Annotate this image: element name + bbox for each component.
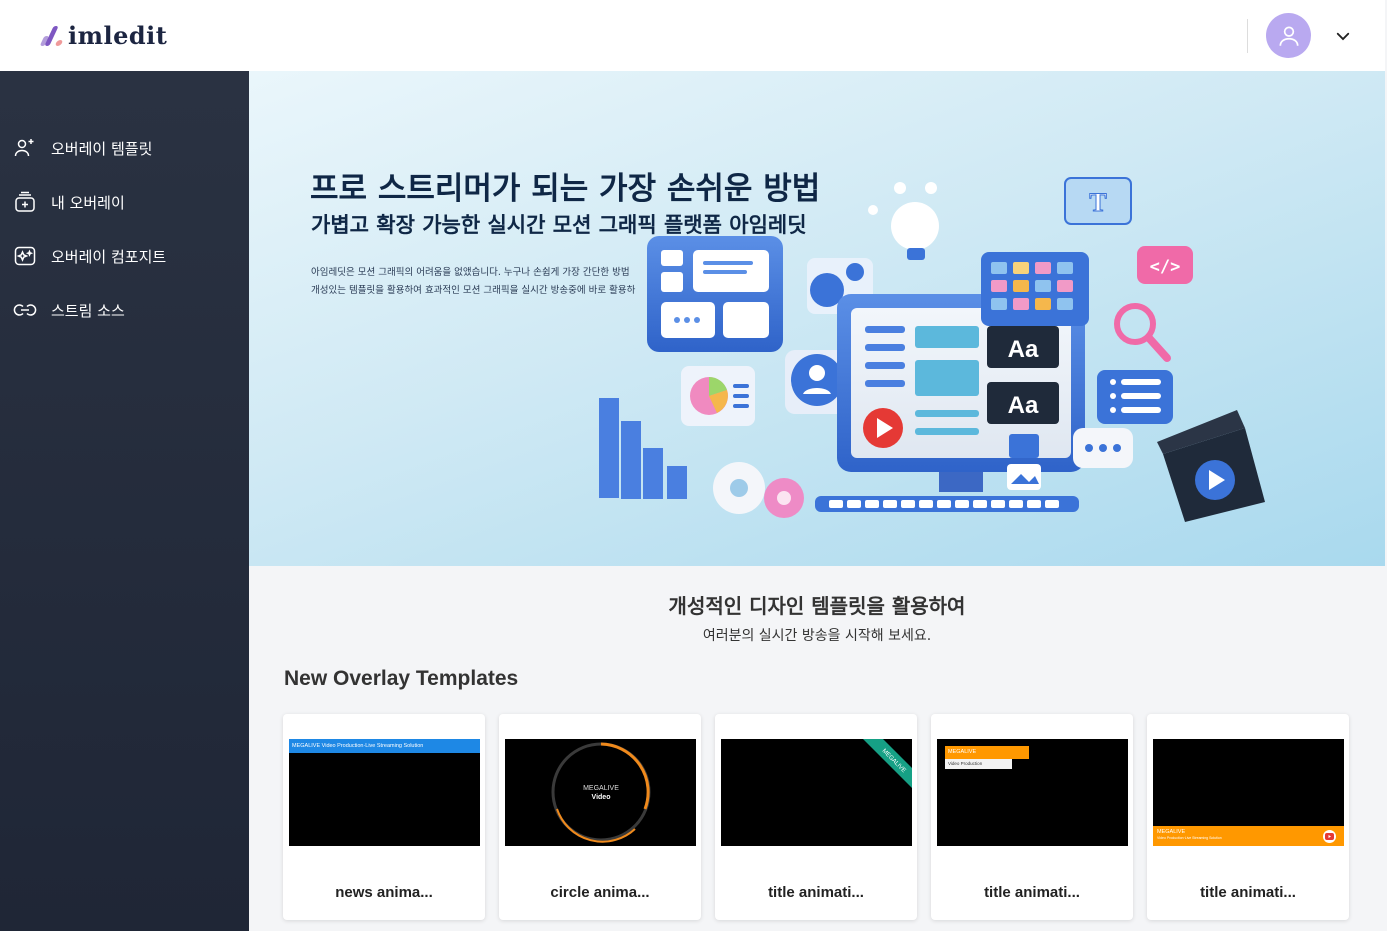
sidebar: 오버레이 템플릿 내 오버레이 오버레이 컴포지트 스트림 소스 (0, 71, 249, 931)
avatar[interactable] (1266, 13, 1311, 58)
thumbnail-text: Video Production (948, 761, 983, 766)
sparkle-icon (12, 243, 38, 269)
monitor-graphic: Aa Aa (815, 294, 1085, 512)
corner-ribbon-graphic: MEGALIVE (863, 739, 912, 788)
sidebar-item-stream-sources[interactable]: 스트림 소스 (0, 283, 249, 337)
sidebar-item-label: 스트림 소스 (51, 301, 125, 320)
subtitle-bar-graphic: Video Production (945, 759, 1012, 769)
clapperboard-graphic (1157, 410, 1265, 522)
header-actions (1247, 13, 1355, 58)
thumbnail-text: Video (592, 794, 611, 801)
news-bar-graphic: MEGALIVE Video Production·Live Streaming… (289, 739, 480, 753)
thumbnail-text: MEGALIVE (1157, 829, 1186, 835)
thumbnail-text: Video Production·Live Streaming Solution (1157, 836, 1222, 840)
hero-illustration: Aa Aa T </> (599, 177, 1265, 522)
account-menu-toggle[interactable] (1331, 24, 1355, 48)
user-plus-icon (12, 135, 38, 161)
template-thumbnail: MEGALIVE Video Production·Live Streaming… (1153, 739, 1344, 846)
intro-section: 개성적인 디자인 템플릿을 활용하여 여러분의 실시간 방송을 시작해 보세요. (249, 590, 1385, 645)
template-card[interactable]: MEGALIVE Video Production title animati.… (931, 714, 1133, 920)
template-title: news anima... (335, 884, 433, 901)
template-title: circle anima... (550, 884, 650, 901)
sidebar-item-label: 오버레이 컴포지트 (51, 247, 167, 266)
link-icon (12, 297, 38, 323)
dashboard-panel-graphic (647, 236, 783, 352)
logo-icon (38, 24, 64, 48)
sidebar-item-label: 내 오버레이 (51, 193, 125, 212)
template-card[interactable]: MEGALIVE Video circle anima... (499, 714, 701, 920)
top-header: imledit (0, 0, 1385, 71)
header-divider (1247, 18, 1248, 53)
brand-logo[interactable]: imledit (38, 21, 167, 50)
chevron-down-icon (1336, 32, 1350, 40)
intro-subtitle: 여러분의 실시간 방송을 시작해 보세요. (702, 628, 932, 644)
sidebar-item-label: 오버레이 템플릿 (51, 139, 153, 158)
lower-third-graphic: MEGALIVE Video Production·Live Streaming… (1153, 826, 1344, 846)
template-card-list: MEGALIVE Video Production·Live Streaming… (283, 714, 1349, 920)
template-thumbnail: MEGALIVE Video Production (937, 739, 1128, 846)
template-thumbnail: MEGALIVE Video Production·Live Streaming… (289, 739, 480, 846)
code-tag-text: </> (1150, 257, 1181, 277)
circle-ring-graphic: MEGALIVE Video (551, 742, 651, 843)
user-icon (1278, 25, 1299, 46)
hero-banner: 프로 스트리머가 되는 가장 손쉬운 방법 가볍고 확장 가능한 실시간 모션 … (249, 71, 1385, 566)
sidebar-item-overlay-composite[interactable]: 오버레이 컴포지트 (0, 229, 249, 283)
template-card[interactable]: MEGALIVE Video Production·Live Streaming… (283, 714, 485, 920)
title-bar-graphic: MEGALIVE (945, 746, 1029, 759)
monitor-aa-text: Aa (1008, 336, 1039, 363)
monitor-aa-text: Aa (1008, 392, 1039, 419)
youtube-icon (1323, 830, 1336, 843)
sidebar-item-my-overlays[interactable]: 내 오버레이 (0, 175, 249, 229)
templates-heading: New Overlay Templates (284, 667, 519, 690)
thumbnail-text: MEGALIVE (948, 749, 977, 755)
intro-title: 개성적인 디자인 템플릿을 활용하여 (668, 594, 966, 618)
thumbnail-text: MEGALIVE Video Production·Live Streaming… (292, 743, 424, 749)
template-title: title animati... (984, 884, 1080, 901)
template-title: title animati... (768, 884, 864, 901)
template-card[interactable]: MEGALIVE title animati... (715, 714, 917, 920)
brand-name: imledit (68, 21, 168, 50)
thumbnail-text: MEGALIVE (583, 785, 619, 792)
template-thumbnail: MEGALIVE Video (505, 739, 696, 846)
template-card[interactable]: MEGALIVE Video Production·Live Streaming… (1147, 714, 1349, 920)
text-tool-glyph: T (1089, 188, 1106, 217)
template-title: title animati... (1200, 884, 1296, 901)
layers-add-icon (12, 189, 38, 215)
sidebar-item-overlay-templates[interactable]: 오버레이 템플릿 (0, 121, 249, 175)
template-thumbnail: MEGALIVE (721, 739, 912, 846)
